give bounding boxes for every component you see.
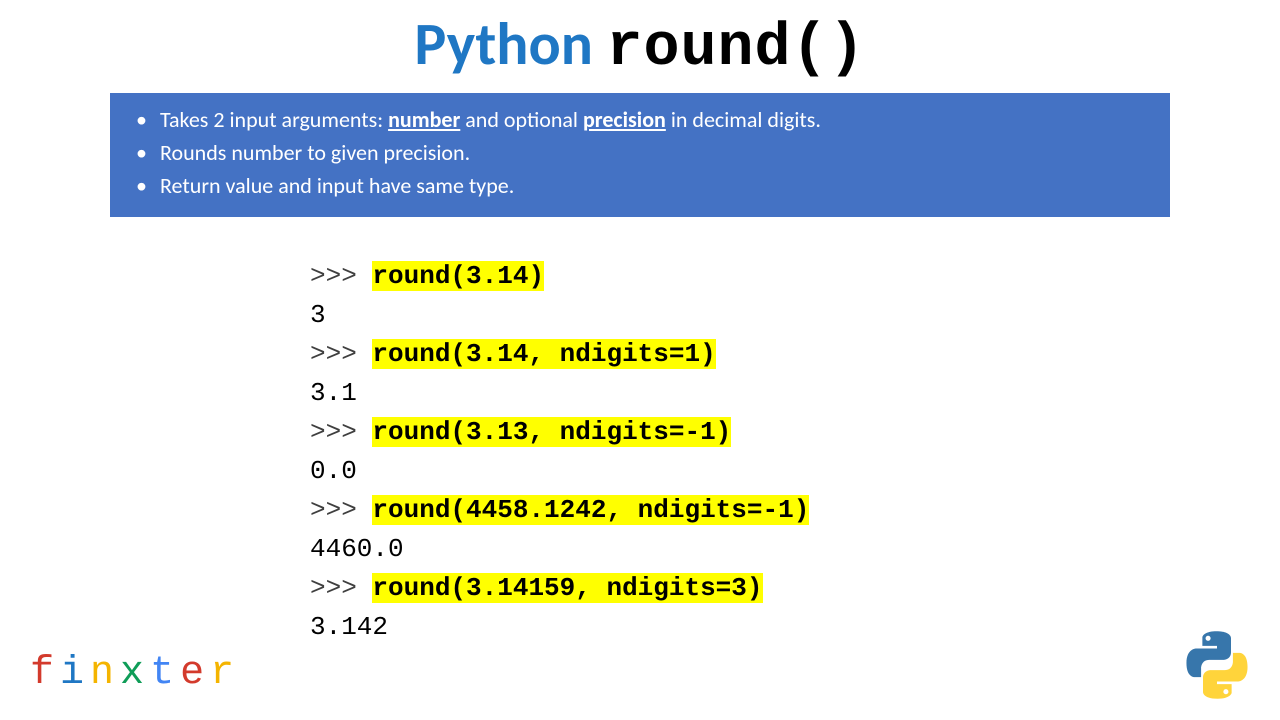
code-output-3: 0.0	[310, 452, 1280, 491]
code-output-4: 4460.0	[310, 530, 1280, 569]
code-input-3: >>> round(3.13, ndigits=-1)	[310, 413, 1280, 452]
code-input-5: >>> round(3.14159, ndigits=3)	[310, 569, 1280, 608]
title-word-python: Python	[414, 8, 593, 81]
code-input-1: >>> round(3.14)	[310, 257, 1280, 296]
code-block: >>> round(3.14) 3 >>> round(3.14, ndigit…	[310, 257, 1280, 647]
info-line-2: Rounds number to given precision.	[128, 138, 1152, 169]
keyword-number: number	[388, 106, 460, 133]
code-output-5: 3.142	[310, 608, 1280, 647]
code-output-2: 3.1	[310, 374, 1280, 413]
keyword-precision: precision	[583, 106, 666, 133]
code-input-4: >>> round(4458.1242, ndigits=-1)	[310, 491, 1280, 530]
title-word-round: round()	[607, 15, 866, 83]
python-logo-icon	[1182, 630, 1252, 700]
page-title: Python round()	[0, 0, 1280, 83]
info-box: Takes 2 input arguments: number and opti…	[110, 93, 1170, 217]
info-line-1: Takes 2 input arguments: number and opti…	[128, 105, 1152, 136]
code-output-1: 3	[310, 296, 1280, 335]
code-input-2: >>> round(3.14, ndigits=1)	[310, 335, 1280, 374]
info-line-3: Return value and input have same type.	[128, 171, 1152, 202]
finxter-logo: finxter	[30, 651, 240, 696]
